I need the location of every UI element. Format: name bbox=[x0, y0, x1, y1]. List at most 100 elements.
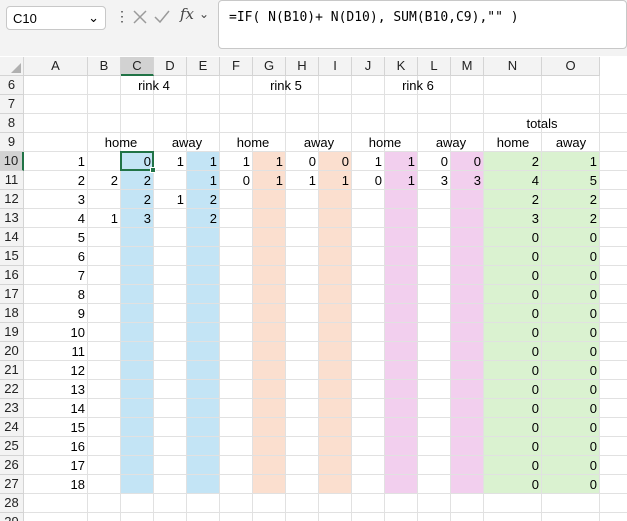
select-all-button[interactable] bbox=[0, 57, 24, 76]
rink6-label[interactable]: rink 6 bbox=[352, 76, 484, 95]
cell-n21[interactable]: 0 bbox=[484, 361, 542, 380]
row-header-24[interactable]: 24 bbox=[0, 418, 24, 437]
cell-o16[interactable]: 0 bbox=[542, 266, 600, 285]
home-header[interactable]: home bbox=[352, 133, 418, 152]
cell-b11[interactable]: 2 bbox=[88, 171, 121, 190]
totals-label[interactable]: totals bbox=[484, 114, 600, 133]
cell-a13[interactable]: 4 bbox=[24, 209, 88, 228]
home-header[interactable]: home bbox=[220, 133, 286, 152]
row-header-11[interactable]: 11 bbox=[0, 171, 24, 190]
cell-a10[interactable]: 1 bbox=[24, 152, 88, 171]
cell-n27[interactable]: 0 bbox=[484, 475, 542, 494]
cell-c13[interactable]: 3 bbox=[121, 209, 154, 228]
cell-n18[interactable]: 0 bbox=[484, 304, 542, 323]
row-header-29[interactable]: 29 bbox=[0, 513, 24, 521]
cell-a21[interactable]: 12 bbox=[24, 361, 88, 380]
cell-l10[interactable]: 0 bbox=[418, 152, 451, 171]
column-header-l[interactable]: L bbox=[418, 57, 451, 76]
cell-o13[interactable]: 2 bbox=[542, 209, 600, 228]
cell-o18[interactable]: 0 bbox=[542, 304, 600, 323]
column-header-b[interactable]: B bbox=[88, 57, 121, 76]
cell-e12[interactable]: 2 bbox=[187, 190, 220, 209]
cell-o22[interactable]: 0 bbox=[542, 380, 600, 399]
row-header-23[interactable]: 23 bbox=[0, 399, 24, 418]
cell-a23[interactable]: 14 bbox=[24, 399, 88, 418]
cell-c11[interactable]: 2 bbox=[121, 171, 154, 190]
away-header[interactable]: away bbox=[154, 133, 220, 152]
cell-f11[interactable]: 0 bbox=[220, 171, 253, 190]
row-header-10[interactable]: 10 bbox=[0, 152, 24, 171]
cell-a25[interactable]: 16 bbox=[24, 437, 88, 456]
column-header-m[interactable]: M bbox=[451, 57, 484, 76]
insert-function-icon[interactable]: fx bbox=[180, 5, 194, 23]
cell-o27[interactable]: 0 bbox=[542, 475, 600, 494]
formula-input[interactable]: =IF( N(B10)+ N(D10), SUM(B10,C9),"" ) bbox=[218, 0, 627, 49]
row-header-21[interactable]: 21 bbox=[0, 361, 24, 380]
cell-m11[interactable]: 3 bbox=[451, 171, 484, 190]
cell-d12[interactable]: 1 bbox=[154, 190, 187, 209]
cell-o20[interactable]: 0 bbox=[542, 342, 600, 361]
row-header-20[interactable]: 20 bbox=[0, 342, 24, 361]
cell-g11[interactable]: 1 bbox=[253, 171, 286, 190]
cell-area[interactable]: rink 4 rink 5 rink 6 totals home away home away… bbox=[24, 76, 627, 521]
cell-a18[interactable]: 9 bbox=[24, 304, 88, 323]
cell-o14[interactable]: 0 bbox=[542, 228, 600, 247]
row-header-28[interactable]: 28 bbox=[0, 494, 24, 513]
rink5-label[interactable]: rink 5 bbox=[220, 76, 352, 95]
checkmark-icon[interactable] bbox=[153, 8, 171, 26]
name-box[interactable]: C10 ⌄ bbox=[6, 6, 106, 30]
column-header-a[interactable]: A bbox=[24, 57, 88, 76]
cell-a14[interactable]: 5 bbox=[24, 228, 88, 247]
row-header-18[interactable]: 18 bbox=[0, 304, 24, 323]
active-cell-selection[interactable] bbox=[120, 151, 154, 171]
cell-n25[interactable]: 0 bbox=[484, 437, 542, 456]
row-header-9[interactable]: 9 bbox=[0, 133, 24, 152]
fill-handle[interactable] bbox=[150, 167, 156, 173]
row-header-7[interactable]: 7 bbox=[0, 95, 24, 114]
home-header[interactable]: home bbox=[484, 133, 542, 152]
cell-a19[interactable]: 10 bbox=[24, 323, 88, 342]
cell-a17[interactable]: 8 bbox=[24, 285, 88, 304]
row-header-17[interactable]: 17 bbox=[0, 285, 24, 304]
column-header-n[interactable]: N bbox=[484, 57, 542, 76]
cell-n13[interactable]: 3 bbox=[484, 209, 542, 228]
cell-k11[interactable]: 1 bbox=[385, 171, 418, 190]
cell-a15[interactable]: 6 bbox=[24, 247, 88, 266]
home-header[interactable]: home bbox=[88, 133, 154, 152]
row-header-19[interactable]: 19 bbox=[0, 323, 24, 342]
row-header-27[interactable]: 27 bbox=[0, 475, 24, 494]
cell-i11[interactable]: 1 bbox=[319, 171, 352, 190]
row-header-15[interactable]: 15 bbox=[0, 247, 24, 266]
cell-e11[interactable]: 1 bbox=[187, 171, 220, 190]
cell-m10[interactable]: 0 bbox=[451, 152, 484, 171]
column-header-d[interactable]: D bbox=[154, 57, 187, 76]
row-header-13[interactable]: 13 bbox=[0, 209, 24, 228]
row-header-26[interactable]: 26 bbox=[0, 456, 24, 475]
cell-a26[interactable]: 17 bbox=[24, 456, 88, 475]
cancel-icon[interactable] bbox=[131, 8, 149, 26]
cell-f10[interactable]: 1 bbox=[220, 152, 253, 171]
cell-b13[interactable]: 1 bbox=[88, 209, 121, 228]
column-header-f[interactable]: F bbox=[220, 57, 253, 76]
cell-a20[interactable]: 11 bbox=[24, 342, 88, 361]
cell-n11[interactable]: 4 bbox=[484, 171, 542, 190]
cell-o21[interactable]: 0 bbox=[542, 361, 600, 380]
cell-n19[interactable]: 0 bbox=[484, 323, 542, 342]
cell-a12[interactable]: 3 bbox=[24, 190, 88, 209]
more-options-icon[interactable]: ⋮ bbox=[115, 8, 129, 25]
cell-h11[interactable]: 1 bbox=[286, 171, 319, 190]
cell-n10[interactable]: 2 bbox=[484, 152, 542, 171]
cell-o19[interactable]: 0 bbox=[542, 323, 600, 342]
away-header[interactable]: away bbox=[286, 133, 352, 152]
cell-n20[interactable]: 0 bbox=[484, 342, 542, 361]
cell-o25[interactable]: 0 bbox=[542, 437, 600, 456]
cell-j11[interactable]: 0 bbox=[352, 171, 385, 190]
cell-o26[interactable]: 0 bbox=[542, 456, 600, 475]
cell-a27[interactable]: 18 bbox=[24, 475, 88, 494]
cell-a24[interactable]: 15 bbox=[24, 418, 88, 437]
cell-i10[interactable]: 0 bbox=[319, 152, 352, 171]
row-header-16[interactable]: 16 bbox=[0, 266, 24, 285]
row-header-14[interactable]: 14 bbox=[0, 228, 24, 247]
chevron-down-icon[interactable]: ⌄ bbox=[199, 7, 209, 21]
column-header-c[interactable]: C bbox=[121, 57, 154, 76]
